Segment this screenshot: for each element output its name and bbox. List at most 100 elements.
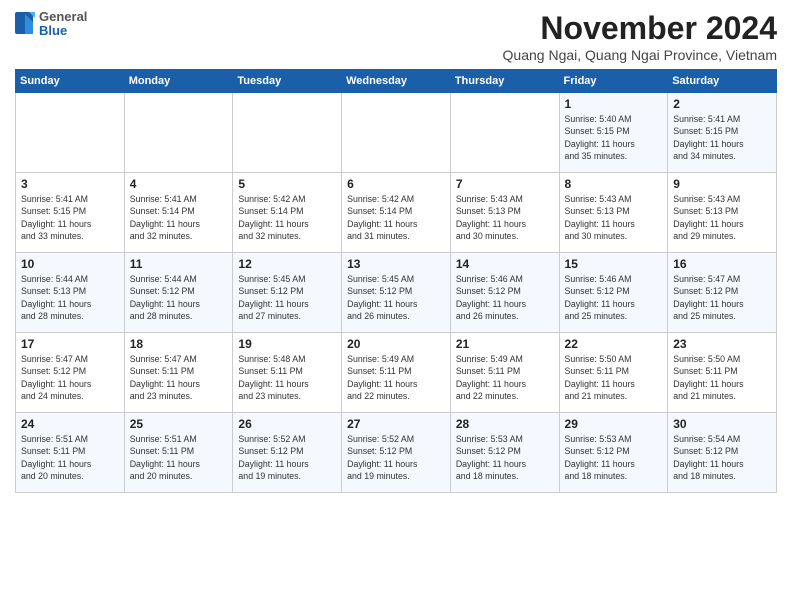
day-info: Sunrise: 5:45 AM Sunset: 5:12 PM Dayligh… (347, 273, 445, 322)
day-info: Sunrise: 5:47 AM Sunset: 5:12 PM Dayligh… (673, 273, 771, 322)
table-row: 19 Sunrise: 5:48 AM Sunset: 5:11 PM Dayli… (233, 333, 342, 413)
calendar-header-row: Sunday Monday Tuesday Wednesday Thursday… (16, 70, 777, 93)
day-number: 15 (565, 257, 663, 271)
day-info: Sunrise: 5:41 AM Sunset: 5:14 PM Dayligh… (130, 193, 228, 242)
table-row: 15 Sunrise: 5:46 AM Sunset: 5:12 PM Dayli… (559, 253, 668, 333)
day-info: Sunrise: 5:54 AM Sunset: 5:12 PM Dayligh… (673, 433, 771, 482)
table-row: 9 Sunrise: 5:43 AM Sunset: 5:13 PM Daylig… (668, 173, 777, 253)
table-row (233, 93, 342, 173)
day-number: 23 (673, 337, 771, 351)
day-number: 26 (238, 417, 336, 431)
day-number: 12 (238, 257, 336, 271)
day-number: 3 (21, 177, 119, 191)
table-row (342, 93, 451, 173)
day-info: Sunrise: 5:41 AM Sunset: 5:15 PM Dayligh… (673, 113, 771, 162)
col-sunday: Sunday (16, 70, 125, 93)
day-info: Sunrise: 5:49 AM Sunset: 5:11 PM Dayligh… (347, 353, 445, 402)
month-title: November 2024 (503, 10, 777, 47)
table-row: 16 Sunrise: 5:47 AM Sunset: 5:12 PM Dayli… (668, 253, 777, 333)
day-info: Sunrise: 5:53 AM Sunset: 5:12 PM Dayligh… (565, 433, 663, 482)
day-number: 7 (456, 177, 554, 191)
day-number: 16 (673, 257, 771, 271)
title-block: November 2024 Quang Ngai, Quang Ngai Pro… (503, 10, 777, 63)
day-number: 14 (456, 257, 554, 271)
day-info: Sunrise: 5:49 AM Sunset: 5:11 PM Dayligh… (456, 353, 554, 402)
table-row: 20 Sunrise: 5:49 AM Sunset: 5:11 PM Dayli… (342, 333, 451, 413)
day-number: 22 (565, 337, 663, 351)
logo-blue: Blue (39, 24, 87, 38)
day-info: Sunrise: 5:40 AM Sunset: 5:15 PM Dayligh… (565, 113, 663, 162)
day-number: 13 (347, 257, 445, 271)
col-thursday: Thursday (450, 70, 559, 93)
day-number: 6 (347, 177, 445, 191)
day-info: Sunrise: 5:45 AM Sunset: 5:12 PM Dayligh… (238, 273, 336, 322)
table-row: 6Sunrise: 5:42 AM Sunset: 5:14 PM Daylig… (342, 173, 451, 253)
col-wednesday: Wednesday (342, 70, 451, 93)
table-row: 5 Sunrise: 5:42 AM Sunset: 5:14 PM Daylig… (233, 173, 342, 253)
location-subtitle: Quang Ngai, Quang Ngai Province, Vietnam (503, 47, 777, 63)
day-info: Sunrise: 5:48 AM Sunset: 5:11 PM Dayligh… (238, 353, 336, 402)
day-number: 10 (21, 257, 119, 271)
calendar-week-5: 24 Sunrise: 5:51 AM Sunset: 5:11 PM Dayli… (16, 413, 777, 493)
table-row: 26 Sunrise: 5:52 AM Sunset: 5:12 PM Dayli… (233, 413, 342, 493)
logo-general: General (39, 10, 87, 24)
day-number: 25 (130, 417, 228, 431)
table-row: 24 Sunrise: 5:51 AM Sunset: 5:11 PM Dayli… (16, 413, 125, 493)
table-row (16, 93, 125, 173)
table-row: 1 Sunrise: 5:40 AM Sunset: 5:15 PM Daylig… (559, 93, 668, 173)
table-row: 27Sunrise: 5:52 AM Sunset: 5:12 PM Dayli… (342, 413, 451, 493)
day-info: Sunrise: 5:43 AM Sunset: 5:13 PM Dayligh… (456, 193, 554, 242)
day-info: Sunrise: 5:52 AM Sunset: 5:12 PM Dayligh… (347, 433, 445, 482)
day-info: Sunrise: 5:51 AM Sunset: 5:11 PM Dayligh… (21, 433, 119, 482)
table-row: 14Sunrise: 5:46 AM Sunset: 5:12 PM Dayli… (450, 253, 559, 333)
table-row: 7 Sunrise: 5:43 AM Sunset: 5:13 PM Daylig… (450, 173, 559, 253)
header: General Blue November 2024 Quang Ngai, Q… (15, 10, 777, 63)
table-row: 22Sunrise: 5:50 AM Sunset: 5:11 PM Dayli… (559, 333, 668, 413)
table-row (450, 93, 559, 173)
day-number: 24 (21, 417, 119, 431)
logo-text: General Blue (39, 10, 87, 39)
table-row: 28Sunrise: 5:53 AM Sunset: 5:12 PM Dayli… (450, 413, 559, 493)
day-number: 5 (238, 177, 336, 191)
day-number: 8 (565, 177, 663, 191)
day-number: 1 (565, 97, 663, 111)
day-info: Sunrise: 5:42 AM Sunset: 5:14 PM Dayligh… (238, 193, 336, 242)
day-number: 18 (130, 337, 228, 351)
col-saturday: Saturday (668, 70, 777, 93)
day-number: 29 (565, 417, 663, 431)
calendar-week-3: 10 Sunrise: 5:44 AM Sunset: 5:13 PM Dayli… (16, 253, 777, 333)
day-info: Sunrise: 5:53 AM Sunset: 5:12 PM Dayligh… (456, 433, 554, 482)
table-row: 2 Sunrise: 5:41 AM Sunset: 5:15 PM Daylig… (668, 93, 777, 173)
table-row: 18 Sunrise: 5:47 AM Sunset: 5:11 PM Dayli… (124, 333, 233, 413)
day-number: 4 (130, 177, 228, 191)
table-row: 17Sunrise: 5:47 AM Sunset: 5:12 PM Dayli… (16, 333, 125, 413)
day-number: 20 (347, 337, 445, 351)
day-number: 21 (456, 337, 554, 351)
day-info: Sunrise: 5:52 AM Sunset: 5:12 PM Dayligh… (238, 433, 336, 482)
col-tuesday: Tuesday (233, 70, 342, 93)
day-info: Sunrise: 5:46 AM Sunset: 5:12 PM Dayligh… (565, 273, 663, 322)
table-row: 4 Sunrise: 5:41 AM Sunset: 5:14 PM Daylig… (124, 173, 233, 253)
day-info: Sunrise: 5:47 AM Sunset: 5:11 PM Dayligh… (130, 353, 228, 402)
calendar-week-2: 3 Sunrise: 5:41 AM Sunset: 5:15 PM Daylig… (16, 173, 777, 253)
day-info: Sunrise: 5:43 AM Sunset: 5:13 PM Dayligh… (673, 193, 771, 242)
page: General Blue November 2024 Quang Ngai, Q… (0, 0, 792, 503)
table-row: 21 Sunrise: 5:49 AM Sunset: 5:11 PM Dayli… (450, 333, 559, 413)
table-row: 8 Sunrise: 5:43 AM Sunset: 5:13 PM Daylig… (559, 173, 668, 253)
day-info: Sunrise: 5:44 AM Sunset: 5:12 PM Dayligh… (130, 273, 228, 322)
col-friday: Friday (559, 70, 668, 93)
table-row: 10 Sunrise: 5:44 AM Sunset: 5:13 PM Dayli… (16, 253, 125, 333)
table-row (124, 93, 233, 173)
day-number: 19 (238, 337, 336, 351)
day-info: Sunrise: 5:51 AM Sunset: 5:11 PM Dayligh… (130, 433, 228, 482)
logo: General Blue (15, 10, 87, 39)
table-row: 30 Sunrise: 5:54 AM Sunset: 5:12 PM Dayli… (668, 413, 777, 493)
calendar-table: Sunday Monday Tuesday Wednesday Thursday… (15, 69, 777, 493)
day-number: 9 (673, 177, 771, 191)
day-info: Sunrise: 5:44 AM Sunset: 5:13 PM Dayligh… (21, 273, 119, 322)
day-info: Sunrise: 5:41 AM Sunset: 5:15 PM Dayligh… (21, 193, 119, 242)
table-row: 25 Sunrise: 5:51 AM Sunset: 5:11 PM Dayli… (124, 413, 233, 493)
day-info: Sunrise: 5:43 AM Sunset: 5:13 PM Dayligh… (565, 193, 663, 242)
day-number: 2 (673, 97, 771, 111)
day-number: 30 (673, 417, 771, 431)
